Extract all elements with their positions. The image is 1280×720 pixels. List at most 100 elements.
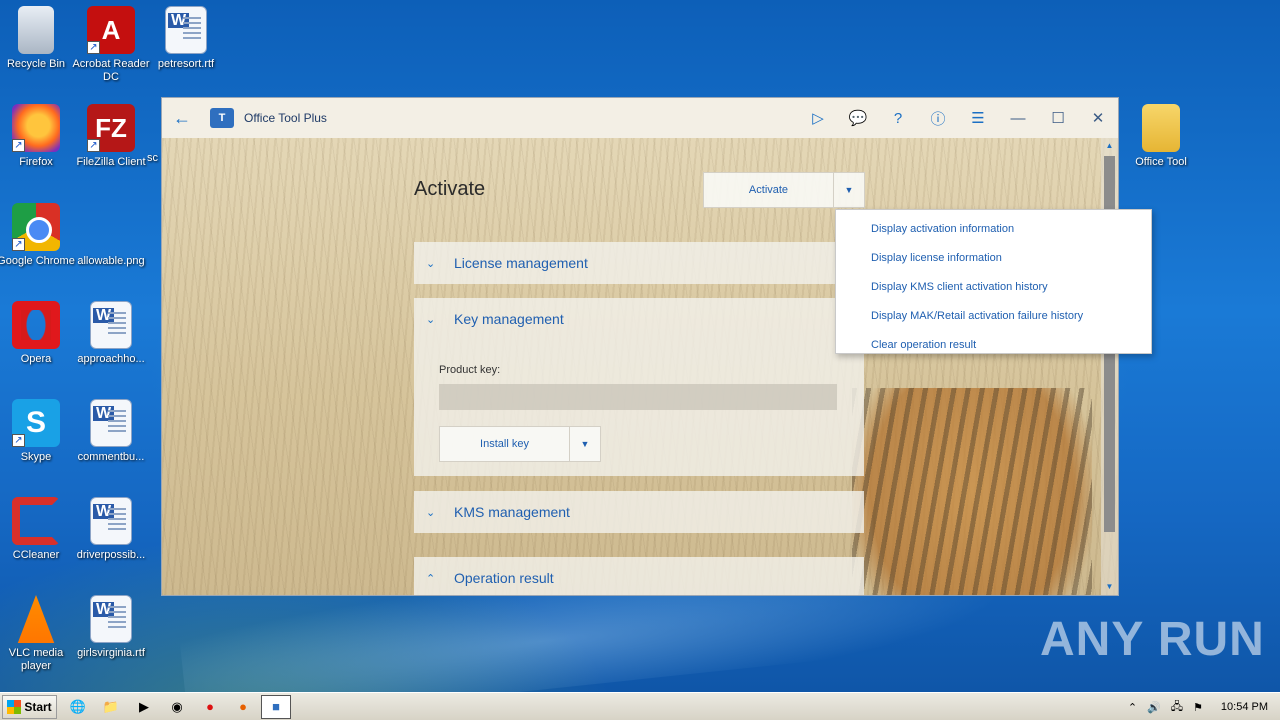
app-logo-icon: T bbox=[210, 108, 234, 128]
section-label: Key management bbox=[454, 311, 564, 327]
section-key-management: ⌄ Key management Product key: Install ke… bbox=[414, 298, 864, 476]
activate-split-button: Activate ▼ bbox=[703, 172, 865, 208]
taskbar-office-tool-icon[interactable]: ■ bbox=[261, 694, 291, 719]
opera-icon bbox=[12, 301, 60, 349]
install-key-button[interactable]: Install key bbox=[440, 427, 570, 461]
filezilla-icon: FZ ↗ bbox=[87, 104, 135, 152]
section-label: License management bbox=[454, 255, 588, 271]
action-center-flag-icon[interactable]: ⚑ bbox=[1193, 701, 1203, 714]
desktop-icon-skype[interactable]: S ↗ Skype bbox=[0, 399, 75, 464]
menu-item-display-license-info[interactable]: Display license information bbox=[836, 244, 1151, 273]
menu-item-display-kms-history[interactable]: Display KMS client activation history bbox=[836, 273, 1151, 302]
chevron-down-icon: ⌄ bbox=[426, 506, 436, 519]
chevron-up-icon: ⌃ bbox=[426, 572, 436, 585]
desktop-icon-driverpossib[interactable]: W driverpossib... bbox=[72, 497, 150, 562]
taskbar-opera-icon[interactable]: ● bbox=[195, 695, 225, 719]
install-key-split-button: Install key ▼ bbox=[439, 426, 601, 462]
desktop-icon-label: driverpossib... bbox=[76, 549, 146, 561]
desktop-icon-label: Opera bbox=[20, 353, 52, 365]
minimize-icon[interactable]: — bbox=[998, 98, 1038, 138]
scroll-down-arrow-icon[interactable]: ▼ bbox=[1101, 579, 1118, 595]
network-icon[interactable]: 🖧 bbox=[1171, 698, 1183, 717]
section-operation-result[interactable]: ⌃ Operation result bbox=[414, 557, 864, 595]
desktop-icon-petresort[interactable]: W petresort.rtf bbox=[147, 6, 225, 71]
desktop-icon-label: girlsvirginia.rtf bbox=[77, 647, 145, 659]
desktop-icon-office-tool[interactable]: Office Tool bbox=[1122, 104, 1200, 169]
start-label: Start bbox=[24, 699, 52, 714]
desktop-icon-label: petresort.rtf bbox=[157, 58, 215, 70]
desktop-icon-label: Skype bbox=[20, 451, 52, 463]
skype-icon: S ↗ bbox=[12, 399, 60, 447]
section-kms-management[interactable]: ⌄ KMS management bbox=[414, 491, 864, 533]
taskbar: Start 🌐 📁 ▶ ◉ ● ● ■ ⌃ 🔊 🖧 ⚑ 10:54 PM bbox=[0, 692, 1280, 720]
taskbar-explorer-icon[interactable]: 📁 bbox=[96, 695, 126, 719]
desktop-icon-commentbu[interactable]: W commentbu... bbox=[72, 399, 150, 464]
desktop-icon-vlc[interactable]: VLC media player bbox=[0, 595, 75, 673]
ccleaner-icon bbox=[12, 497, 60, 545]
tiger-background-image bbox=[852, 388, 1092, 595]
desktop-icon-label: Office Tool bbox=[1135, 156, 1187, 168]
watermark-text: ANY RUN bbox=[1040, 613, 1265, 666]
system-tray: ⌃ 🔊 🖧 ⚑ 10:54 PM bbox=[1118, 693, 1280, 720]
scroll-up-arrow-icon[interactable]: ▲ bbox=[1101, 138, 1118, 154]
title-bar-actions: ▷ 💬 ? ⓘ ☰ — ☐ ✕ bbox=[798, 98, 1118, 138]
activate-button[interactable]: Activate bbox=[704, 173, 834, 207]
key-management-header[interactable]: ⌄ Key management bbox=[414, 298, 864, 340]
image-file-icon bbox=[87, 203, 135, 251]
word-document-icon: W bbox=[165, 6, 207, 54]
desktop-icon-girlsvirginia[interactable]: W girlsvirginia.rtf bbox=[72, 595, 150, 660]
clock[interactable]: 10:54 PM bbox=[1221, 701, 1268, 713]
product-key-label: Product key: bbox=[439, 364, 501, 376]
desktop-icon-label: commentbu... bbox=[77, 451, 145, 463]
tray-expand-icon[interactable]: ⌃ bbox=[1128, 701, 1137, 714]
menu-item-clear-operation-result[interactable]: Clear operation result bbox=[836, 331, 1151, 360]
desktop-icon-filezilla[interactable]: FZ ↗ FileZilla Client bbox=[72, 104, 150, 169]
window-title: Office Tool Plus bbox=[244, 111, 327, 125]
activate-dropdown-chevron-icon[interactable]: ▼ bbox=[834, 173, 864, 207]
folder-icon bbox=[1142, 104, 1180, 152]
install-key-dropdown-chevron-icon[interactable]: ▼ bbox=[570, 427, 600, 461]
feedback-icon[interactable]: 💬 bbox=[838, 98, 878, 138]
activate-dropdown-menu: Display activation information Display l… bbox=[835, 209, 1152, 354]
desktop-icon-label: CCleaner bbox=[12, 549, 60, 561]
desktop-icon-allowable-png[interactable]: allowable.png bbox=[72, 203, 150, 268]
desktop-icon-chrome[interactable]: ↗ Google Chrome bbox=[0, 203, 75, 268]
taskbar-firefox-icon[interactable]: ● bbox=[228, 695, 258, 719]
menu-item-display-mak-failure-history[interactable]: Display MAK/Retail activation failure hi… bbox=[836, 302, 1151, 331]
section-license-management[interactable]: ⌄ License management bbox=[414, 242, 864, 284]
settings-sliders-icon[interactable]: ☰ bbox=[958, 98, 998, 138]
word-document-icon: W bbox=[90, 301, 132, 349]
desktop-icon-opera[interactable]: Opera bbox=[0, 301, 75, 366]
desktop-icon-firefox[interactable]: ↗ Firefox bbox=[0, 104, 75, 169]
menu-item-display-activation-info[interactable]: Display activation information bbox=[836, 215, 1151, 244]
maximize-icon[interactable]: ☐ bbox=[1038, 98, 1078, 138]
desktop-icon-recycle-bin[interactable]: Recycle Bin bbox=[0, 6, 75, 71]
windows-logo-icon bbox=[7, 699, 22, 714]
taskbar-media-player-icon[interactable]: ▶ bbox=[129, 695, 159, 719]
recycle-bin-icon bbox=[18, 6, 54, 54]
desktop-icon-approachho[interactable]: W approachho... bbox=[72, 301, 150, 366]
info-icon[interactable]: ⓘ bbox=[918, 98, 958, 138]
firefox-icon: ↗ bbox=[12, 104, 60, 152]
close-icon[interactable]: ✕ bbox=[1078, 98, 1118, 138]
taskbar-ie-icon[interactable]: 🌐 bbox=[63, 695, 93, 719]
desktop-icon-label: FileZilla Client bbox=[76, 156, 146, 168]
chrome-icon: ↗ bbox=[12, 203, 60, 251]
help-icon[interactable]: ? bbox=[878, 98, 918, 138]
desktop-icon-label: Google Chrome bbox=[0, 255, 75, 267]
start-button[interactable]: Start bbox=[2, 694, 57, 719]
desktop-icon-ccleaner[interactable]: CCleaner bbox=[0, 497, 75, 562]
vertical-scrollbar[interactable]: ▲ ▼ bbox=[1101, 138, 1118, 595]
console-icon[interactable]: ▷ bbox=[798, 98, 838, 138]
desktop-icon-label: approachho... bbox=[77, 353, 145, 365]
anyrun-watermark: ANY RUN bbox=[1040, 612, 1265, 667]
section-label: Operation result bbox=[454, 570, 554, 586]
desktop-icon-label: Recycle Bin bbox=[6, 58, 66, 70]
back-arrow-icon[interactable]: ← bbox=[162, 98, 202, 138]
desktop-icon-acrobat[interactable]: A ↗ Acrobat Reader DC bbox=[72, 6, 150, 84]
volume-icon[interactable]: 🔊 bbox=[1147, 701, 1161, 714]
title-bar: ← T Office Tool Plus ▷ 💬 ? ⓘ ☰ — ☐ ✕ bbox=[162, 98, 1118, 138]
taskbar-chrome-icon[interactable]: ◉ bbox=[162, 695, 192, 719]
product-key-input[interactable] bbox=[439, 384, 837, 410]
chevron-down-icon: ⌄ bbox=[426, 313, 436, 326]
